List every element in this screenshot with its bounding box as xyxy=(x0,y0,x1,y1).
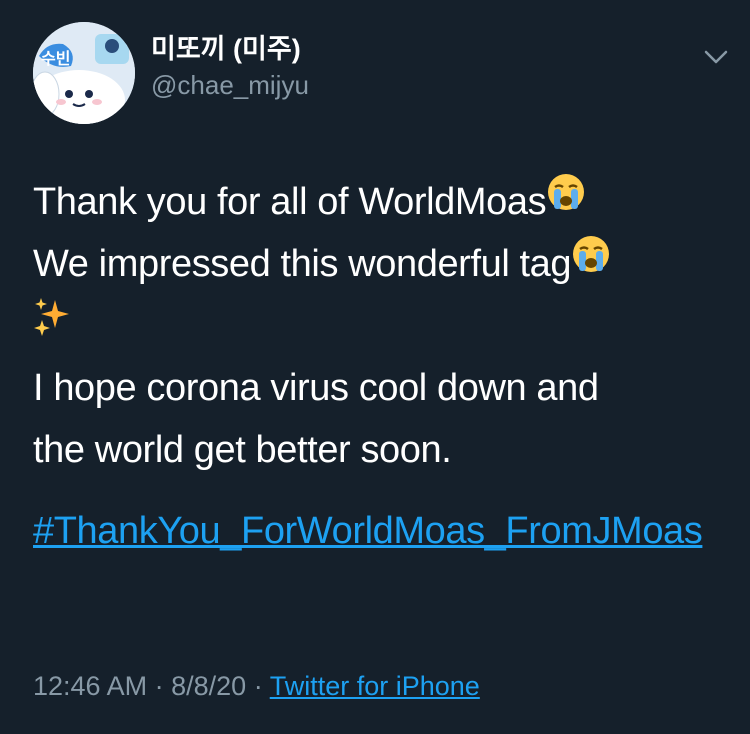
hashtag-link[interactable]: #ThankYou_ForWorldMoas_FromJMoas xyxy=(33,500,723,562)
tweet-line xyxy=(33,295,723,357)
tweet-line-text: We impressed this wonderful tag xyxy=(33,243,572,285)
tweet-line: We impressed this wonderful tag xyxy=(33,233,723,295)
avatar-text: 수빈 xyxy=(41,49,70,68)
meta-separator: · xyxy=(253,671,263,701)
display-name[interactable]: 미또끼 (미주) xyxy=(151,32,309,66)
sparkles-emoji-icon xyxy=(33,293,73,355)
username[interactable]: @chae_mijyu xyxy=(151,68,309,102)
tweet-line: Thank you for all of WorldMoas xyxy=(33,171,723,233)
tweet-line-text: Thank you for all of WorldMoas xyxy=(33,181,547,223)
meta-separator: · xyxy=(154,671,164,701)
author-names: 미또끼 (미주) @chae_mijyu xyxy=(151,32,309,102)
avatar[interactable]: 수빈 xyxy=(33,22,135,124)
tweet-header: 수빈 미또끼 (미주) @chae_mijyu xyxy=(33,22,728,128)
source-link[interactable]: Twitter for iPhone xyxy=(270,671,480,701)
tweet-text: Thank you for all of WorldMoas We impres… xyxy=(33,171,723,481)
tweet-line: I hope corona virus cool down and xyxy=(33,367,599,409)
crying-face-emoji-icon xyxy=(571,231,611,293)
tweet-line: the world get better soon. xyxy=(33,429,452,471)
tweet-date: 8/8/20 xyxy=(171,671,247,701)
tweet-time: 12:46 AM xyxy=(33,671,148,701)
chevron-down-icon[interactable] xyxy=(701,42,731,72)
crying-face-emoji-icon xyxy=(546,169,586,231)
tweet-meta: 12:46 AM · 8/8/20 · Twitter for iPhone xyxy=(33,667,480,705)
